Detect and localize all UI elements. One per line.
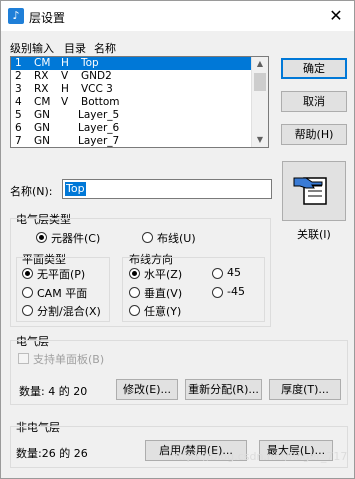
list-cell-name: Layer_5: [78, 109, 120, 121]
radio-no-plane-label[interactable]: 无平面(P): [37, 266, 85, 282]
radio-split-mixed-label[interactable]: 分割/混合(X): [37, 303, 101, 319]
list-header-name: 名称: [94, 42, 116, 55]
window-title: 层设置: [29, 11, 66, 25]
single-side-label: 支持单面板(B): [33, 353, 105, 366]
close-icon[interactable]: ✕: [323, 5, 349, 27]
radio-routing-label[interactable]: 布线(U): [157, 230, 196, 246]
name-input-value: Top: [65, 182, 86, 196]
layers-app-icon: ♪: [8, 8, 24, 24]
list-cell-directory: RX: [34, 83, 49, 95]
list-cell-level: 4: [15, 96, 22, 108]
radio-split-mixed[interactable]: [22, 305, 33, 316]
link-label[interactable]: 关联(I): [297, 226, 331, 242]
reassign-button[interactable]: 重新分配(R)...: [185, 379, 262, 400]
list-cell-name: Layer_6: [78, 122, 120, 134]
single-side-checkbox[interactable]: [18, 353, 29, 364]
watermark: https://blog.csdn.net/Roger_717: [171, 450, 348, 463]
list-item[interactable]: 6 GN Layer_6: [11, 122, 268, 135]
list-cell-direction: H: [61, 83, 69, 95]
list-cell-level: 6: [15, 122, 22, 134]
list-cell-level: 3: [15, 83, 22, 95]
radio-45-label[interactable]: 45: [227, 266, 241, 279]
list-scrollbar[interactable]: ▲ ▼: [251, 57, 268, 147]
list-item[interactable]: 2 RX V GND2: [11, 70, 268, 83]
title-bar: ♪ 层设置 ✕: [1, 1, 354, 31]
list-cell-direction: H: [61, 57, 69, 69]
list-cell-name: GND2: [81, 70, 112, 82]
cancel-button[interactable]: 取消: [281, 91, 347, 112]
list-cell-level: 7: [15, 135, 22, 147]
list-cell-directory: GN: [34, 109, 50, 121]
layer-list[interactable]: 1 CM H Top 2 RX V GND2 3 RX H VCC 3 4 CM V Bottom 5 GN Lay…: [10, 56, 269, 148]
radio-horizontal[interactable]: [129, 268, 140, 279]
list-cell-directory: GN: [34, 135, 50, 147]
radio-any[interactable]: [129, 305, 140, 316]
radio-cam-plane[interactable]: [22, 287, 33, 298]
list-header-directory: 目录: [64, 42, 86, 55]
list-cell-level: 5: [15, 109, 22, 121]
radio-minus-45[interactable]: [212, 287, 223, 298]
list-cell-level: 2: [15, 70, 22, 82]
list-cell-directory: GN: [34, 122, 50, 134]
list-header-level: 级别输入: [10, 42, 54, 55]
list-cell-name: Top: [81, 57, 99, 69]
radio-component-label[interactable]: 元器件(C): [51, 230, 100, 246]
radio-horizontal-label[interactable]: 水平(Z): [144, 266, 182, 282]
ok-button[interactable]: 确定: [281, 58, 347, 79]
radio-minus-45-label[interactable]: -45: [227, 285, 245, 298]
radio-cam-plane-label[interactable]: CAM 平面: [37, 285, 87, 301]
radio-routing[interactable]: [142, 232, 153, 243]
list-item[interactable]: 5 GN Layer_5: [11, 109, 268, 122]
list-cell-name: VCC 3: [81, 83, 113, 95]
list-cell-direction: V: [61, 96, 69, 108]
list-cell-directory: CM: [34, 96, 51, 108]
modify-button[interactable]: 修改(E)...: [116, 379, 178, 400]
list-item[interactable]: 4 CM V Bottom: [11, 96, 268, 109]
list-cell-level: 1: [15, 57, 22, 69]
radio-component[interactable]: [36, 232, 47, 243]
list-cell-direction: V: [61, 70, 69, 82]
help-button[interactable]: 帮助(H): [281, 124, 347, 145]
thickness-button[interactable]: 厚度(T)...: [269, 379, 341, 400]
scroll-thumb[interactable]: [254, 73, 266, 91]
non-electrical-count: 数量:26 的 26: [16, 447, 88, 460]
radio-vertical-label[interactable]: 垂直(V): [144, 285, 182, 301]
list-cell-name: Layer_7: [78, 135, 120, 147]
name-input[interactable]: Top: [62, 179, 272, 199]
radio-no-plane[interactable]: [22, 268, 33, 279]
list-item[interactable]: 3 RX H VCC 3: [11, 83, 268, 96]
name-label: 名称(N):: [10, 185, 53, 198]
radio-vertical[interactable]: [129, 287, 140, 298]
hand-document-icon: [293, 177, 327, 205]
list-item[interactable]: 7 GN Layer_7: [11, 135, 268, 147]
radio-any-label[interactable]: 任意(Y): [144, 303, 181, 319]
scroll-up-icon[interactable]: ▲: [252, 57, 268, 71]
scroll-down-icon[interactable]: ▼: [252, 133, 268, 147]
electrical-count: 数量: 4 的 20: [19, 385, 88, 398]
list-cell-directory: RX: [34, 70, 49, 82]
radio-45[interactable]: [212, 268, 223, 279]
list-item[interactable]: 1 CM H Top: [11, 57, 268, 70]
list-cell-name: Bottom: [81, 96, 120, 108]
list-cell-directory: CM: [34, 57, 51, 69]
link-icon-button[interactable]: [282, 161, 346, 221]
layer-settings-dialog: ♪ 层设置 ✕ 级别输入 目录 名称 1 CM H Top 2 RX V GND2 3 RX H VC…: [0, 0, 355, 479]
